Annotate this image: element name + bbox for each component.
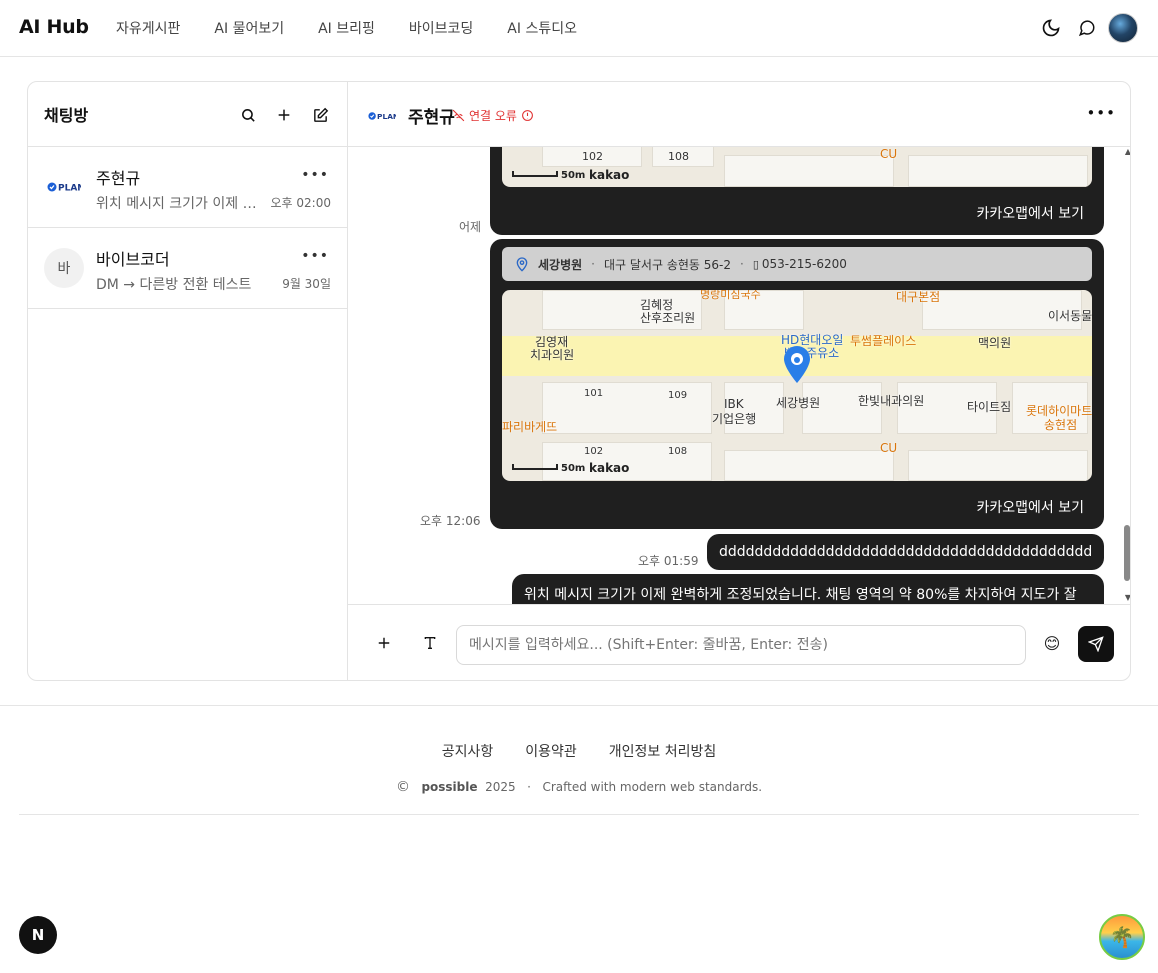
- dark-mode-moon-icon[interactable]: [1036, 13, 1066, 43]
- add-icon[interactable]: [273, 104, 295, 126]
- room-list-title: 채팅방: [44, 106, 89, 125]
- chat-card: 채팅방 PLAN 주현규 위치 메시지 크기가 이제 완벽하게 조정되었습니다.…: [27, 81, 1131, 681]
- svg-text:PLAN: PLAN: [58, 184, 81, 194]
- send-button[interactable]: [1078, 626, 1114, 662]
- chat-bubble-icon[interactable]: [1072, 13, 1102, 43]
- nav-ai-ask[interactable]: AI 물어보기: [214, 18, 284, 38]
- room-name: 바이브코더: [96, 250, 170, 269]
- room-time: 오후 02:00: [270, 196, 331, 210]
- status-text: 연결 오류: [469, 109, 517, 123]
- nav-ai-briefing[interactable]: AI 브리핑: [318, 18, 375, 38]
- scrollbar[interactable]: ▲ ▼: [1122, 147, 1130, 604]
- palm-tree-assistant-icon[interactable]: 🌴: [1099, 914, 1145, 960]
- map-pin-icon: [516, 257, 528, 272]
- phone-icon: ▯: [752, 257, 759, 271]
- nav-ai-studio[interactable]: AI 스튜디오: [507, 18, 577, 38]
- svg-text:PLAN: PLAN: [377, 112, 396, 121]
- room-preview: 위치 메시지 크기가 이제 완벽하게 조정되었습니다.: [96, 196, 261, 212]
- chat-panel: PLAN 주현규 연결 오류 ••• 102 108 CU: [348, 82, 1130, 680]
- open-kakaomap-link[interactable]: 카카오맵에서 보기: [977, 497, 1085, 517]
- message-timestamp: 오후 12:06: [420, 514, 481, 528]
- nav-free-board[interactable]: 자유게시판: [116, 18, 180, 38]
- message-composer: 😊: [348, 604, 1130, 680]
- alert-circle-icon: [522, 110, 533, 121]
- room-item-juhyungyu[interactable]: PLAN 주현규 위치 메시지 크기가 이제 완벽하게 조정되었습니다. 오후 …: [28, 147, 347, 228]
- peer-name: 주현규: [408, 108, 455, 128]
- text-format-icon[interactable]: [418, 631, 442, 655]
- text-message: dddddddddddddddddddddddddddddddddddddddd…: [707, 534, 1104, 570]
- chat-room-list: 채팅방 PLAN 주현규 위치 메시지 크기가 이제 완벽하게 조정되었습니다.…: [28, 82, 348, 680]
- attach-plus-icon[interactable]: [372, 631, 396, 655]
- map-preview[interactable]: 102 108 CU 50m kakao: [502, 147, 1092, 187]
- location-message: 세강병원 · 대구 달서구 송현동 56-2 · ▯ 053-215-6200: [490, 239, 1104, 529]
- room-more-icon[interactable]: •••: [301, 167, 329, 183]
- room-time: 9월 30일: [282, 277, 331, 291]
- copyright: © possible 2025 · Crafted with modern we…: [395, 779, 763, 795]
- text-message: 위치 메시지 크기가 이제 완벽하게 조정되었습니다. 채팅 영역의 약 80%…: [512, 574, 1104, 604]
- room-more-icon[interactable]: •••: [301, 248, 329, 264]
- footer-notice-link[interactable]: 공지사항: [442, 741, 494, 761]
- room-list-header: 채팅방: [28, 82, 347, 147]
- n-badge-button[interactable]: N: [19, 916, 57, 954]
- footer-terms-link[interactable]: 이용약관: [525, 741, 577, 761]
- plan-logo-icon: PLAN: [368, 106, 399, 125]
- search-icon[interactable]: [237, 104, 259, 126]
- room-item-vibecoder[interactable]: 바 바이브코더 DM → 다른방 전환 테스트 9월 30일 •••: [28, 228, 347, 309]
- footer-divider: [19, 814, 1139, 815]
- open-kakaomap-link[interactable]: 카카오맵에서 보기: [977, 203, 1085, 223]
- location-message: 102 108 CU 50m kakao 카카오맵에서 보기: [490, 147, 1104, 235]
- chat-header: PLAN 주현규 연결 오류 •••: [348, 82, 1130, 147]
- connection-status: 연결 오류: [452, 107, 534, 124]
- main-nav: 자유게시판 AI 물어보기 AI 브리핑 바이브코딩 AI 스튜디오: [116, 18, 611, 38]
- nav-vibe-coding[interactable]: 바이브코딩: [409, 18, 473, 38]
- chat-more-icon[interactable]: •••: [1086, 104, 1116, 122]
- room-preview: DM → 다른방 전환 테스트: [96, 277, 252, 293]
- place-name: 세강병원: [538, 257, 583, 272]
- send-icon: [1088, 636, 1104, 652]
- room-name: 주현규: [96, 169, 141, 188]
- emoji-icon[interactable]: 😊: [1040, 631, 1064, 655]
- footer-privacy-link[interactable]: 개인정보 처리방침: [609, 741, 717, 761]
- user-avatar[interactable]: [1108, 13, 1138, 43]
- message-input[interactable]: [456, 625, 1026, 665]
- place-phone: 053-215-6200: [761, 257, 847, 271]
- compose-icon[interactable]: [309, 104, 331, 126]
- location-info-bar: 세강병원 · 대구 달서구 송현동 56-2 · ▯ 053-215-6200: [502, 247, 1092, 281]
- room-avatar-initial: 바: [44, 248, 84, 288]
- map-marker-icon: [784, 346, 810, 383]
- wifi-off-icon: [452, 109, 465, 122]
- app-logo[interactable]: AI Hub: [19, 16, 89, 38]
- message-timestamp: 오후 01:59: [638, 554, 699, 568]
- message-timestamp: 어제: [459, 220, 482, 234]
- plan-logo-avatar: PLAN: [44, 167, 84, 207]
- top-navbar: AI Hub 자유게시판 AI 물어보기 AI 브리핑 바이브코딩 AI 스튜디…: [0, 0, 1158, 57]
- map-preview[interactable]: 명랑미심국수 김혜정 산후조리원 김영재 치과의원 HD현대오일 뱅크주유소 투…: [502, 290, 1092, 481]
- footer: 공지사항 이용약관 개인정보 처리방침 © possible 2025 · Cr…: [0, 705, 1158, 815]
- message-list[interactable]: 102 108 CU 50m kakao 카카오맵에서 보기 어제 세강병원 ·…: [348, 147, 1130, 604]
- place-address: 대구 달서구 송현동 56-2: [604, 257, 731, 272]
